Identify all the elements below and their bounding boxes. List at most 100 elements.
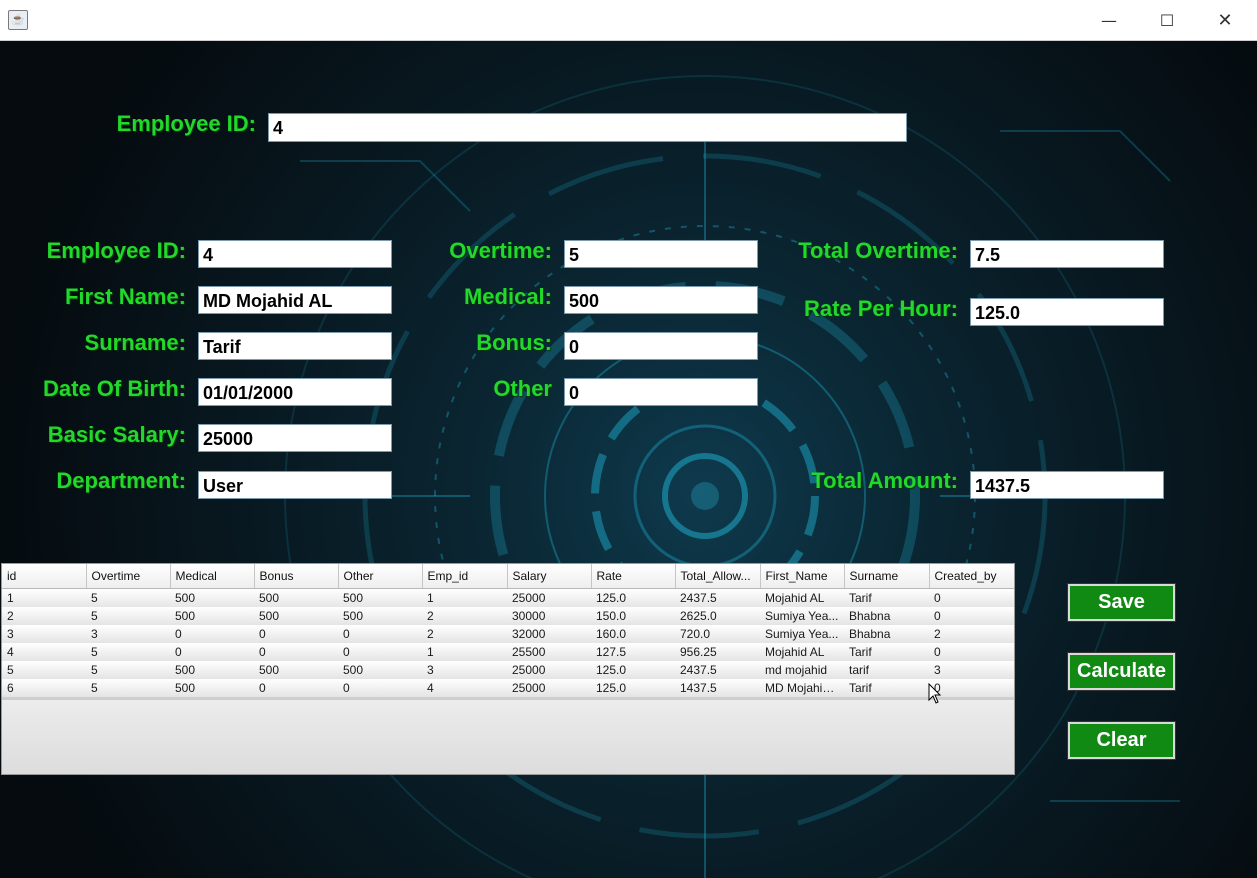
date-of-birth-field[interactable]: 01/01/2000 xyxy=(198,378,392,406)
table-cell: 500 xyxy=(175,591,196,605)
table-cell: 125.0 xyxy=(596,591,627,605)
medical-field[interactable]: 500 xyxy=(564,286,758,314)
table-cell: 500 xyxy=(259,609,280,623)
table-cell: 500 xyxy=(175,609,196,623)
table-cell: 500 xyxy=(343,609,364,623)
other-label: Other xyxy=(493,376,552,401)
table-cell: 32000 xyxy=(512,627,546,641)
total-amount-label: Total Amount: xyxy=(811,468,958,493)
table-cell: 2625.0 xyxy=(680,609,717,623)
table-cell: 720.0 xyxy=(680,627,711,641)
table-header-row: id Overtime Medical Bonus Other Emp_id S… xyxy=(2,564,1014,589)
clear-button[interactable]: Clear xyxy=(1068,722,1175,759)
table-row[interactable]: 5 5 500 500 500 3 25000 125.0 2437.5 md mojahid ta… xyxy=(2,661,1014,679)
table-cell: Sumiya Yea... xyxy=(765,627,839,641)
table-cell: 0 xyxy=(343,681,350,695)
overtime-field[interactable]: 5 xyxy=(564,240,758,268)
save-button[interactable]: Save xyxy=(1068,584,1175,621)
table-cell: 0 xyxy=(259,627,266,641)
table-row[interactable]: 3 3 0 0 0 2 32000 160.0 720.0 Sumiya Yea... Bhabna… xyxy=(2,625,1014,643)
column-header[interactable]: Other xyxy=(338,564,423,589)
table-cell: 160.0 xyxy=(596,627,627,641)
first-name-label: First Name: xyxy=(64,284,186,309)
bonus-label: Bonus: xyxy=(476,330,552,355)
column-header[interactable]: id xyxy=(2,564,87,589)
table-cell: 25000 xyxy=(512,681,546,695)
table-row[interactable]: 6 5 500 0 0 4 25000 125.0 1437.5 MD Mojahid... Tar… xyxy=(2,679,1014,697)
column-header[interactable]: Created_by xyxy=(929,564,1014,589)
table-cell: 2437.5 xyxy=(680,663,717,677)
table-cell: 500 xyxy=(343,663,364,677)
mouse-cursor-icon xyxy=(928,683,942,704)
total-amount-field[interactable]: 1437.5 xyxy=(970,471,1164,499)
employee-id-field[interactable]: 4 xyxy=(198,240,392,268)
table-cell: md mojahid xyxy=(765,663,828,677)
rate-per-hour-field[interactable]: 125.0 xyxy=(970,298,1164,326)
close-button[interactable]: ✕ xyxy=(1196,0,1254,40)
table-cell: 3 xyxy=(427,663,434,677)
table-cell: 1 xyxy=(7,591,14,605)
table-cell: 5 xyxy=(91,663,98,677)
table-cell: 6 xyxy=(7,681,14,695)
column-header[interactable]: Surname xyxy=(844,564,930,589)
minimize-button[interactable]: — xyxy=(1080,0,1138,40)
department-field[interactable]: User xyxy=(198,471,392,499)
basic-salary-field[interactable]: 25000 xyxy=(198,424,392,452)
table-cell: 500 xyxy=(343,591,364,605)
java-icon: ☕ xyxy=(8,10,28,30)
table-cell: 25500 xyxy=(512,645,546,659)
first-name-field[interactable]: MD Mojahid AL xyxy=(198,286,392,314)
table-cell: Mojahid AL xyxy=(765,645,825,659)
maximize-button[interactable]: ☐ xyxy=(1138,0,1196,40)
table-cell: 0 xyxy=(934,645,941,659)
column-header[interactable]: Salary xyxy=(507,564,592,589)
total-overtime-field[interactable]: 7.5 xyxy=(970,240,1164,268)
column-header[interactable]: First_Name xyxy=(760,564,845,589)
overtime-label: Overtime: xyxy=(449,238,552,263)
table-row[interactable]: 4 5 0 0 0 1 25500 127.5 956.25 Mojahid AL Tarif 0 xyxy=(2,643,1014,661)
table-cell: 127.5 xyxy=(596,645,627,659)
table-cell: 125.0 xyxy=(596,663,627,677)
column-header[interactable]: Medical xyxy=(170,564,255,589)
table-cell: 2 xyxy=(934,627,941,641)
table-cell: Bhabna xyxy=(849,609,891,623)
other-field[interactable]: 0 xyxy=(564,378,758,406)
search-employee-id-input[interactable]: 4 xyxy=(268,113,907,142)
calculate-button[interactable]: Calculate xyxy=(1068,653,1175,690)
table-row[interactable]: 2 5 500 500 500 2 30000 150.0 2625.0 Sumiya Yea..… xyxy=(2,607,1014,625)
table-cell: Sumiya Yea... xyxy=(765,609,839,623)
table-cell: 1 xyxy=(427,591,434,605)
table-cell: 1 xyxy=(427,645,434,659)
surname-field[interactable]: Tarif xyxy=(198,332,392,360)
search-employee-id-label: Employee ID: xyxy=(116,111,256,136)
table-cell: MD Mojahid... xyxy=(765,681,840,695)
table-cell: 25000 xyxy=(512,663,546,677)
column-header[interactable]: Emp_id xyxy=(422,564,508,589)
column-header[interactable]: Rate xyxy=(591,564,676,589)
table-cell: 2 xyxy=(427,609,434,623)
employee-id-label: Employee ID: xyxy=(46,238,186,263)
table-empty-area xyxy=(2,700,1014,774)
basic-salary-label: Basic Salary: xyxy=(47,422,186,447)
table-cell: Tarif xyxy=(849,681,872,695)
table-cell: 0 xyxy=(343,627,350,641)
table-cell: Mojahid AL xyxy=(765,591,825,605)
department-label: Department: xyxy=(56,468,186,493)
table-row[interactable]: 1 5 500 500 500 1 25000 125.0 2437.5 Mojahid AL Ta… xyxy=(2,588,1014,607)
column-header[interactable]: Overtime xyxy=(86,564,171,589)
table-cell: 2 xyxy=(427,627,434,641)
table-cell: 4 xyxy=(427,681,434,695)
column-header[interactable]: Bonus xyxy=(254,564,339,589)
table-cell: 0 xyxy=(934,609,941,623)
employee-table[interactable]: id Overtime Medical Bonus Other Emp_id S… xyxy=(1,563,1015,775)
table-cell: 3 xyxy=(934,663,941,677)
table-cell: 150.0 xyxy=(596,609,627,623)
bonus-field[interactable]: 0 xyxy=(564,332,758,360)
table-cell: Tarif xyxy=(849,591,872,605)
table-cell: 125.0 xyxy=(596,681,627,695)
medical-label: Medical: xyxy=(463,284,552,309)
table-cell: 5 xyxy=(91,591,98,605)
table-cell: 25000 xyxy=(512,591,546,605)
column-header[interactable]: Total_Allow... xyxy=(675,564,761,589)
table-cell: 3 xyxy=(7,627,14,641)
